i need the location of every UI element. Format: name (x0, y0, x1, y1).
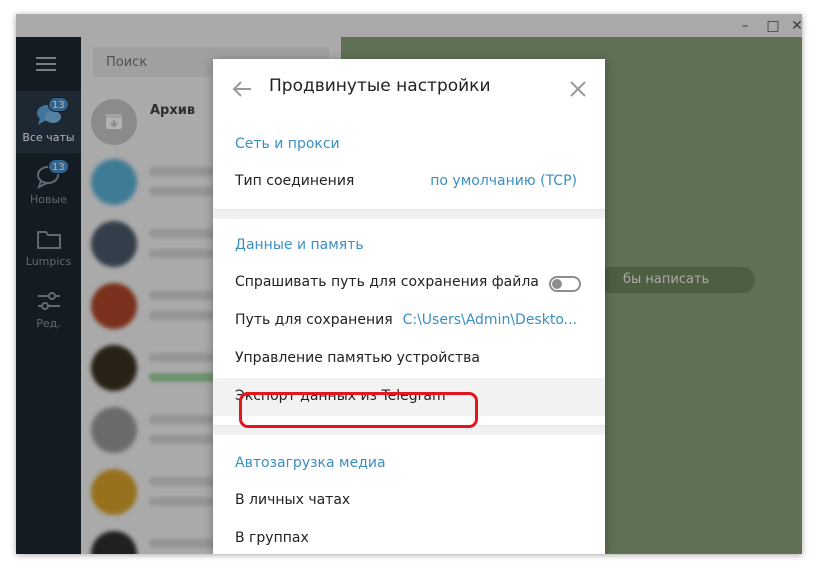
ask-save-path-label: Спрашивать путь для сохранения файла (235, 274, 539, 290)
memory-management-row[interactable]: Управление памятью устройства (213, 340, 605, 378)
back-arrow-icon[interactable] (231, 77, 255, 101)
section-data-title: Данные и память (235, 237, 364, 253)
section-media-title: Автозагрузка медиа (235, 455, 386, 471)
autodownload-groups-row[interactable]: В группах (213, 520, 605, 554)
ask-save-path-toggle[interactable] (549, 276, 581, 292)
connection-type-value[interactable]: по умолчанию (TCP) (430, 173, 577, 189)
section-network-title: Сеть и прокси (235, 136, 340, 152)
dialog-header: Продвинутые настройки (213, 59, 605, 117)
connection-type-label: Тип соединения (235, 173, 355, 189)
section-divider (213, 209, 605, 219)
telegram-window: – □ ✕ 13 Все чаты 13 Новые Lumpics Ред. … (16, 14, 802, 554)
autodownload-private-label: В личных чатах (235, 492, 351, 508)
connection-type-row[interactable]: Тип соединения по умолчанию (TCP) (213, 163, 605, 201)
advanced-settings-dialog: Продвинутые настройки Сеть и прокси Тип … (213, 59, 605, 554)
ask-save-path-row[interactable]: Спрашивать путь для сохранения файла (213, 264, 605, 302)
save-path-label: Путь для сохранения (235, 312, 393, 328)
close-icon[interactable] (566, 77, 590, 101)
save-path-value[interactable]: C:\Users\Admin\Deskto... (403, 312, 577, 328)
save-path-row[interactable]: Путь для сохранения C:\Users\Admin\Deskt… (213, 302, 605, 340)
autodownload-private-row[interactable]: В личных чатах (213, 482, 605, 520)
memory-management-label: Управление памятью устройства (235, 350, 481, 366)
export-highlight-frame (239, 392, 478, 428)
dialog-title: Продвинутые настройки (269, 76, 491, 96)
toggle-knob (552, 279, 562, 289)
autodownload-groups-label: В группах (235, 530, 309, 546)
